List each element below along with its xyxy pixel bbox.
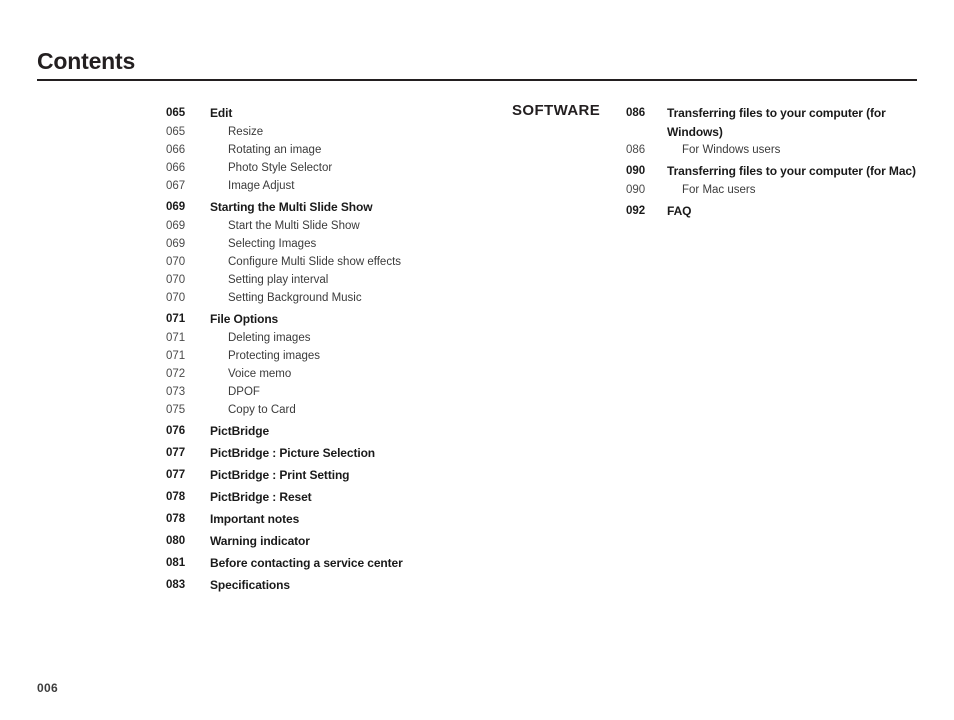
toc-column-left: 065 Edit 065 Resize 066 Rotating an image 066 P… <box>166 101 496 595</box>
toc-entry-title: Specifications <box>210 578 290 592</box>
toc-entry-page-number: 071 <box>166 332 186 344</box>
toc-entry[interactable]: 090 For Mac users <box>626 181 926 199</box>
toc-entry-page-number: 083 <box>166 579 186 591</box>
toc-entry-title: Transferring files to your computer (for… <box>667 164 916 178</box>
toc-entry-page-number: 076 <box>166 425 186 437</box>
toc-entry-page-number: 090 <box>626 165 646 177</box>
toc-entry-title: Transferring files to your computer (for… <box>667 106 886 139</box>
toc-entry-page-number: 069 <box>166 238 186 250</box>
toc-entry[interactable]: 092 FAQ <box>626 202 926 221</box>
toc-entry[interactable]: 077 PictBridge : Print Setting <box>166 466 496 485</box>
toc-entry-page-number: 067 <box>166 180 186 192</box>
toc-entry-page-number: 066 <box>166 162 186 174</box>
toc-entry-page-number: 077 <box>166 469 186 481</box>
toc-entry-title: Warning indicator <box>210 534 310 548</box>
toc-entry-page-number: 065 <box>166 126 186 138</box>
toc-entry-title: Setting play interval <box>228 274 329 286</box>
toc-entry-title: Setting Background Music <box>228 292 362 304</box>
toc-entry-page-number: 071 <box>166 350 186 362</box>
toc-entry[interactable]: 073 DPOF <box>166 383 496 401</box>
toc-entry[interactable]: 081 Before contacting a service center <box>166 554 496 573</box>
toc-entry[interactable]: 066 Rotating an image <box>166 141 496 159</box>
toc-entry-title: Image Adjust <box>228 180 295 192</box>
toc-entry[interactable]: 072 Voice memo <box>166 365 496 383</box>
toc-entry-title: Starting the Multi Slide Show <box>210 200 373 214</box>
toc-entry-title: Selecting Images <box>228 238 317 250</box>
toc-entry-title: For Mac users <box>682 183 756 196</box>
toc-entry-title: Resize <box>228 126 264 138</box>
page-number: 006 <box>37 681 58 695</box>
toc-entry[interactable]: 078 PictBridge : Reset <box>166 488 496 507</box>
toc-entry-page-number: 066 <box>166 144 186 156</box>
toc-column-right: 086 Transferring files to your computer (… <box>626 101 926 220</box>
toc-entry-title: Copy to Card <box>228 404 296 416</box>
toc-entry-page-number: 086 <box>626 144 646 156</box>
toc-entry[interactable]: 080 Warning indicator <box>166 532 496 551</box>
toc-entry-title: FAQ <box>667 203 692 218</box>
toc-entry[interactable]: 090 Transferring files to your computer (… <box>626 162 926 181</box>
toc-entry-title: PictBridge : Print Setting <box>210 468 350 482</box>
toc-entry-page-number: 069 <box>166 201 186 213</box>
toc-entry-title: Important notes <box>210 512 300 526</box>
toc-entry-title: Voice memo <box>228 368 292 380</box>
toc-entry[interactable]: 071 Protecting images <box>166 347 496 365</box>
toc-entry[interactable]: 065 Edit <box>166 104 496 123</box>
toc-entry-title: Rotating an image <box>228 144 322 156</box>
toc-entry[interactable]: 086 Transferring files to your computer (… <box>626 104 926 141</box>
toc-entry-title: Start the Multi Slide Show <box>228 220 360 232</box>
toc-entry-page-number: 069 <box>166 220 186 232</box>
toc-entry[interactable]: 067 Image Adjust <box>166 177 496 195</box>
toc-entry-title: Photo Style Selector <box>228 162 333 174</box>
toc-entry-title: Edit <box>210 106 233 120</box>
toc-entry-page-number: 090 <box>626 183 646 196</box>
toc-entry[interactable]: 069 Selecting Images <box>166 235 496 253</box>
toc-entry-page-number: 092 <box>626 204 646 217</box>
toc-entry-title: File Options <box>210 312 279 326</box>
toc-entry-page-number: 086 <box>626 107 646 119</box>
toc-entry[interactable]: 071 Deleting images <box>166 329 496 347</box>
toc-entry[interactable]: 069 Starting the Multi Slide Show <box>166 198 496 217</box>
toc-entry-title: Configure Multi Slide show effects <box>228 256 402 268</box>
toc-entry-page-number: 077 <box>166 447 186 459</box>
toc-entry[interactable]: 076 PictBridge <box>166 422 496 441</box>
toc-entry-title: DPOF <box>228 386 260 398</box>
toc-entry[interactable]: 077 PictBridge : Picture Selection <box>166 444 496 463</box>
toc-entry-title: PictBridge : Picture Selection <box>210 446 376 460</box>
toc-entry-title: PictBridge : Reset <box>210 490 312 504</box>
toc-entry-page-number: 078 <box>166 513 186 525</box>
toc-entry-page-number: 072 <box>166 368 186 380</box>
toc-entry-page-number: 070 <box>166 256 186 268</box>
toc-entry[interactable]: 069 Start the Multi Slide Show <box>166 217 496 235</box>
toc-entry-title: PictBridge <box>210 424 270 438</box>
toc-entry-page-number: 078 <box>166 491 186 503</box>
contents-page: Contents SOFTWARE 065 Edit 065 Resize 066 Rot… <box>0 0 954 720</box>
toc-entry[interactable]: 070 Configure Multi Slide show effects <box>166 253 496 271</box>
toc-entry-page-number: 070 <box>166 292 186 304</box>
heading-divider <box>37 79 917 81</box>
toc-entry-page-number: 070 <box>166 274 186 286</box>
toc-entry[interactable]: 075 Copy to Card <box>166 401 496 419</box>
toc-entry[interactable]: 070 Setting Background Music <box>166 289 496 307</box>
toc-entry-page-number: 071 <box>166 313 186 325</box>
toc-entry[interactable]: 078 Important notes <box>166 510 496 529</box>
toc-entry-page-number: 080 <box>166 535 186 547</box>
toc-entry-title: Deleting images <box>228 332 311 344</box>
toc-entry-page-number: 081 <box>166 557 186 569</box>
toc-entry[interactable]: 066 Photo Style Selector <box>166 159 496 177</box>
section-label-software: SOFTWARE <box>512 102 601 119</box>
toc-entry[interactable]: 070 Setting play interval <box>166 271 496 289</box>
toc-entry[interactable]: 065 Resize <box>166 123 496 141</box>
toc-entry-title: Protecting images <box>228 350 321 362</box>
toc-entry-page-number: 073 <box>166 386 186 398</box>
toc-entry-page-number: 075 <box>166 404 186 416</box>
page-title: Contents <box>37 48 136 74</box>
toc-entry[interactable]: 071 File Options <box>166 310 496 329</box>
toc-entry-title: For Windows users <box>682 144 781 156</box>
toc-entry[interactable]: 086 For Windows users <box>626 141 926 159</box>
toc-entry-title: Before contacting a service center <box>210 556 403 570</box>
toc-entry-page-number: 065 <box>166 107 186 119</box>
toc-entry[interactable]: 083 Specifications <box>166 576 496 595</box>
